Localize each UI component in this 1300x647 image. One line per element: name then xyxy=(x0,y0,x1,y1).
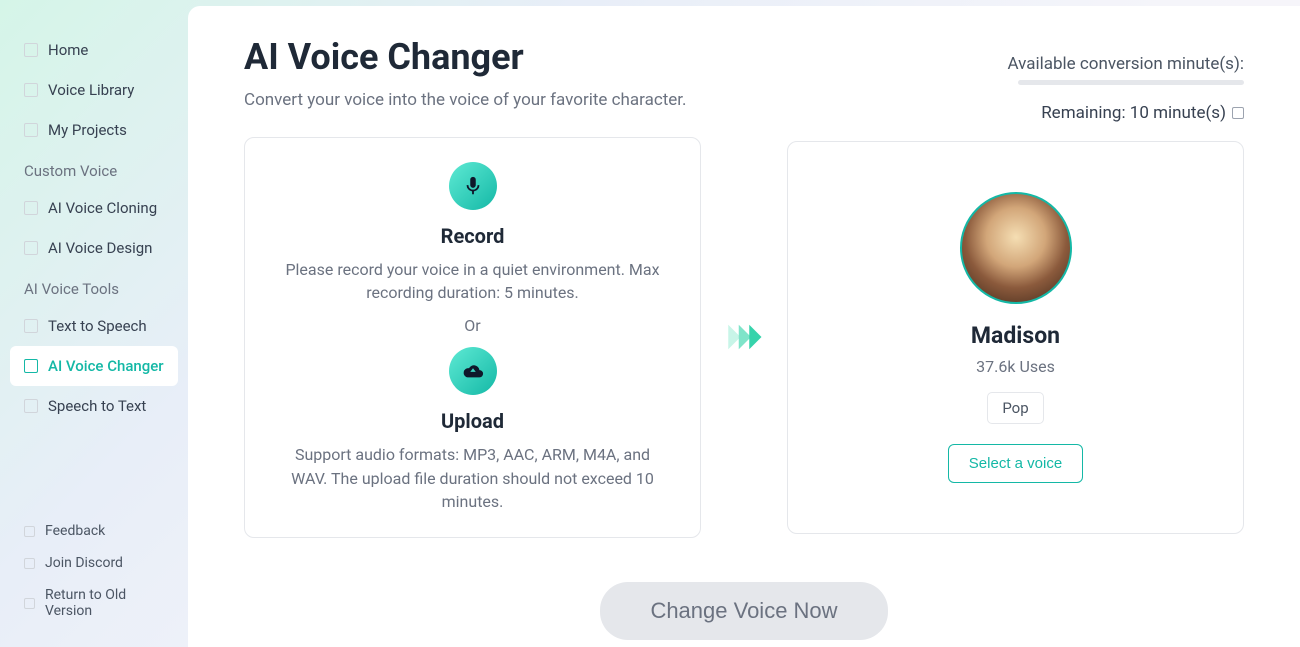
sidebar-item-speech-to-text[interactable]: Speech to Text xyxy=(10,386,178,426)
voice-card: Madison 37.6k Uses Pop Select a voice xyxy=(787,141,1244,534)
sidebar-item-label: Voice Library xyxy=(48,81,134,99)
voice-tag: Pop xyxy=(987,392,1043,424)
square-icon xyxy=(24,319,38,333)
sidebar-item-label: My Projects xyxy=(48,121,127,139)
sidebar-item-label: Home xyxy=(48,41,88,59)
arrow-right-icon xyxy=(723,316,765,358)
sidebar-item-feedback[interactable]: Feedback xyxy=(10,515,178,547)
credit-box: Available conversion minute(s): Remainin… xyxy=(1007,36,1244,123)
voice-uses: 37.6k Uses xyxy=(818,357,1213,376)
sidebar-item-label: Speech to Text xyxy=(48,397,146,415)
sidebar: Home Voice Library My Projects Custom Vo… xyxy=(0,0,188,647)
page-subtitle: Convert your voice into the voice of you… xyxy=(244,90,687,110)
change-voice-now-button[interactable]: Change Voice Now xyxy=(600,582,887,640)
sidebar-item-label: AI Voice Design xyxy=(48,239,152,257)
sidebar-item-voice-library[interactable]: Voice Library xyxy=(10,70,178,110)
select-voice-button[interactable]: Select a voice xyxy=(948,444,1083,483)
sidebar-item-label: Feedback xyxy=(45,523,105,539)
credit-progress-bar xyxy=(1018,80,1244,85)
square-icon xyxy=(24,83,38,97)
sidebar-item-label: Join Discord xyxy=(45,555,123,571)
sidebar-item-join-discord[interactable]: Join Discord xyxy=(10,547,178,579)
square-icon xyxy=(24,43,38,57)
sidebar-item-text-to-speech[interactable]: Text to Speech xyxy=(10,306,178,346)
upload-heading: Upload xyxy=(275,409,670,433)
microphone-icon[interactable] xyxy=(449,162,497,210)
record-text: Please record your voice in a quiet envi… xyxy=(275,258,670,304)
sidebar-item-home[interactable]: Home xyxy=(10,30,178,70)
sidebar-item-ai-voice-cloning[interactable]: AI Voice Cloning xyxy=(10,188,178,228)
sidebar-item-label: Text to Speech xyxy=(48,317,147,335)
voice-avatar xyxy=(960,192,1072,304)
square-icon xyxy=(24,241,38,255)
cloud-upload-icon[interactable] xyxy=(449,347,497,395)
square-icon xyxy=(24,399,38,413)
credit-remaining-text: Remaining: 10 minute(s) xyxy=(1041,103,1226,123)
sidebar-item-label: AI Voice Cloning xyxy=(48,199,157,217)
record-heading: Record xyxy=(275,224,670,248)
square-icon xyxy=(24,558,35,569)
sidebar-section-ai-voice-tools: AI Voice Tools xyxy=(10,268,178,306)
info-icon[interactable] xyxy=(1232,107,1244,119)
sidebar-item-label: Return to Old Version xyxy=(45,587,164,619)
sidebar-item-ai-voice-design[interactable]: AI Voice Design xyxy=(10,228,178,268)
square-icon xyxy=(24,123,38,137)
credit-remaining: Remaining: 10 minute(s) xyxy=(1007,103,1244,123)
sidebar-item-label: AI Voice Changer xyxy=(48,357,164,375)
page-title: AI Voice Changer xyxy=(244,36,687,78)
voice-name: Madison xyxy=(818,322,1213,349)
input-card: Record Please record your voice in a qui… xyxy=(244,137,701,538)
square-icon xyxy=(24,359,38,373)
or-separator: Or xyxy=(275,316,670,335)
sidebar-item-my-projects[interactable]: My Projects xyxy=(10,110,178,150)
sidebar-item-return-old-version[interactable]: Return to Old Version xyxy=(10,579,178,627)
square-icon xyxy=(24,201,38,215)
main-content: AI Voice Changer Convert your voice into… xyxy=(188,6,1300,647)
credit-label: Available conversion minute(s): xyxy=(1007,54,1244,74)
square-icon xyxy=(24,598,35,609)
square-icon xyxy=(24,526,35,537)
upload-text: Support audio formats: MP3, AAC, ARM, M4… xyxy=(275,443,670,513)
sidebar-item-ai-voice-changer[interactable]: AI Voice Changer xyxy=(10,346,178,386)
sidebar-section-custom-voice: Custom Voice xyxy=(10,150,178,188)
